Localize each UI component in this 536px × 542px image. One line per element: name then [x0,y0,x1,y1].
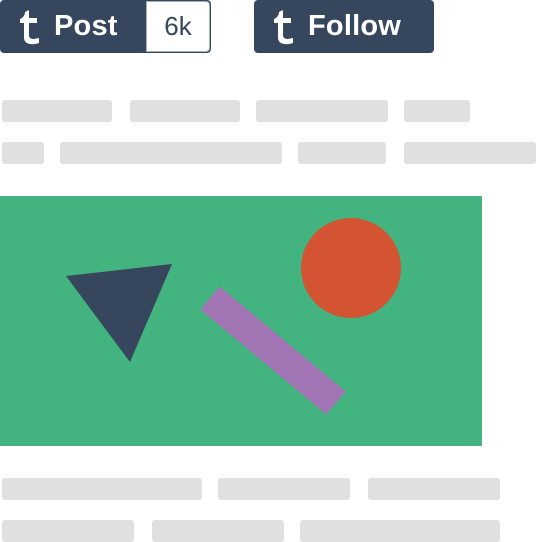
placeholder-text [2,520,134,542]
placeholder-text [2,100,112,122]
placeholder-text [300,520,500,542]
tumblr-logo-icon [274,9,293,44]
follow-button-label: Follow [308,10,402,42]
placeholder-text [404,142,536,164]
placeholder-text [256,100,388,122]
placeholder-text [368,478,500,500]
post-button-label: Post [54,10,118,42]
placeholder-text [130,100,240,122]
placeholder-text [60,142,282,164]
post-count[interactable]: 6k [146,1,210,52]
placeholder-text [2,142,44,164]
follow-button[interactable]: Follow [254,0,434,53]
placeholder-image [0,196,482,446]
placeholder-text [2,478,202,500]
circle-shape [301,218,401,318]
placeholder-text [152,520,284,542]
placeholder-text [218,478,350,500]
tumblr-logo-icon [20,9,39,44]
placeholder-text [404,100,470,122]
placeholder-text [298,142,386,164]
